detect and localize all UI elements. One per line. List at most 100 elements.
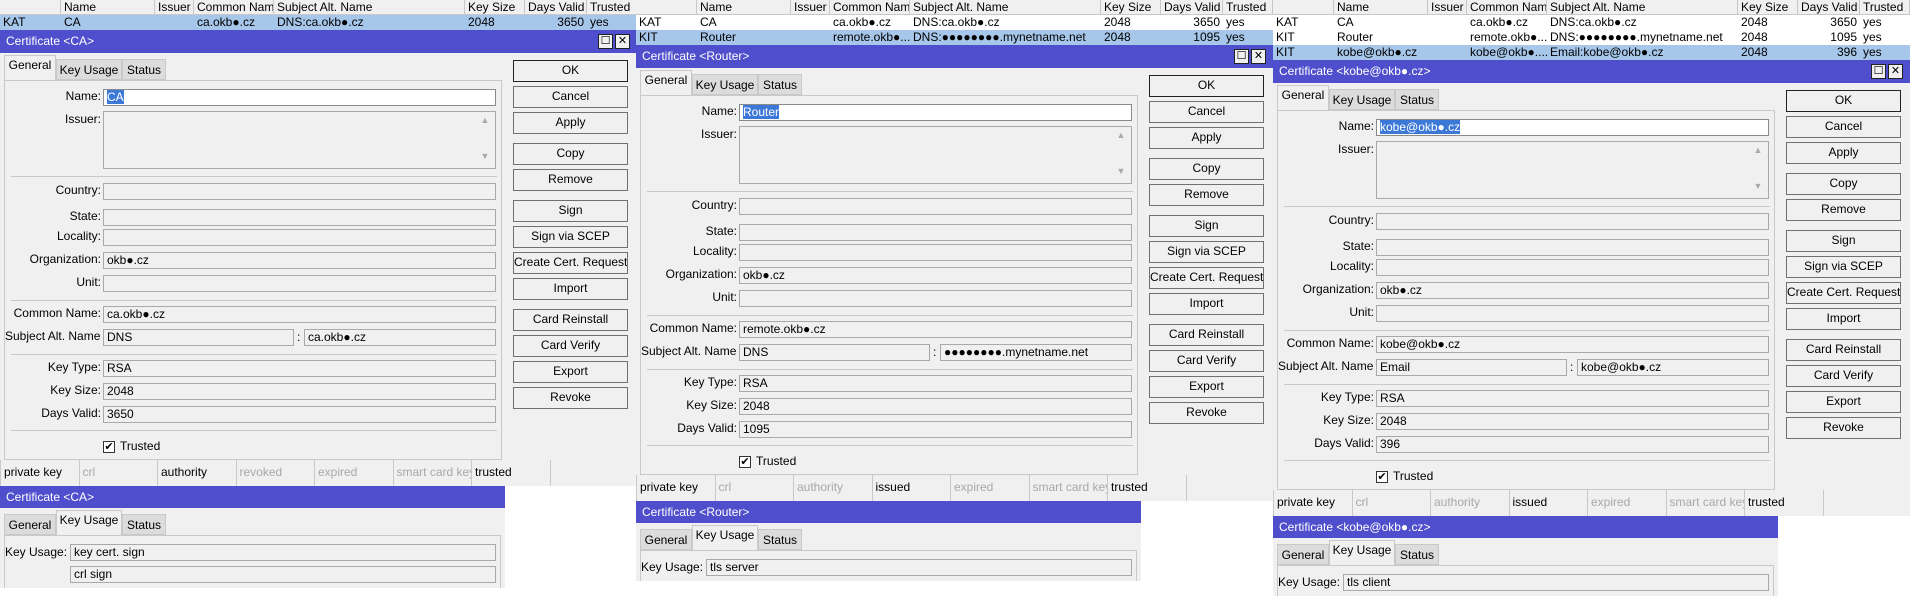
column-header[interactable]: Subject Alt. Name xyxy=(1547,0,1738,15)
scroll-up-icon[interactable]: ▲ xyxy=(479,115,491,127)
san-type-field[interactable]: DNS xyxy=(739,344,930,361)
column-header[interactable]: Days Valid xyxy=(1161,0,1223,15)
create-cert-request-button[interactable]: Create Cert. Request xyxy=(513,252,628,274)
tab-key-usage[interactable]: Key Usage xyxy=(692,525,758,551)
apply-button[interactable]: Apply xyxy=(1786,142,1901,164)
trusted-checkbox[interactable]: ✔ xyxy=(103,441,115,453)
key-usage-field[interactable]: tls server xyxy=(706,559,1132,576)
column-header[interactable]: Key Size xyxy=(1738,0,1798,15)
organization-field[interactable]: okb●.cz xyxy=(103,252,496,269)
dialog-title-bar[interactable]: Certificate <CA> ☐ ✕ xyxy=(0,30,637,53)
key-size-field[interactable]: 2048 xyxy=(739,398,1132,415)
column-header[interactable]: Subject Alt. Name xyxy=(910,0,1101,15)
table-row[interactable]: KIT Router remote.okb●.... DNS:●●●●●●●●.myn… xyxy=(636,30,1273,45)
issuer-field[interactable] xyxy=(103,111,496,169)
copy-button[interactable]: Copy xyxy=(513,143,628,165)
country-field[interactable] xyxy=(739,198,1132,215)
column-header[interactable]: Issuer xyxy=(1428,0,1467,15)
state-field[interactable] xyxy=(739,224,1132,241)
remove-button[interactable]: Remove xyxy=(1786,199,1901,221)
country-field[interactable] xyxy=(1376,213,1769,230)
days-valid-field[interactable]: 396 xyxy=(1376,436,1769,453)
tab-general[interactable]: General xyxy=(1277,544,1329,565)
column-header[interactable] xyxy=(1273,0,1334,15)
unit-field[interactable] xyxy=(1376,305,1769,322)
table-row[interactable]: KAT CA ca.okb●.cz DNS:ca.okb●.cz 2048 3650 yes xyxy=(0,15,637,30)
card-verify-button[interactable]: Card Verify xyxy=(1149,350,1264,372)
column-header[interactable]: Trusted xyxy=(1223,0,1273,15)
key-usage-field[interactable]: crl sign xyxy=(70,566,496,583)
key-type-field[interactable]: RSA xyxy=(739,375,1132,392)
tab-key-usage[interactable]: Key Usage xyxy=(692,74,758,95)
tab-key-usage[interactable]: Key Usage xyxy=(56,510,122,536)
column-header[interactable]: Common Name xyxy=(194,0,274,15)
close-icon[interactable]: ✕ xyxy=(1251,49,1266,64)
column-header[interactable] xyxy=(0,0,61,15)
organization-field[interactable]: okb●.cz xyxy=(739,267,1132,284)
scroll-down-icon[interactable]: ▼ xyxy=(1752,181,1764,193)
sign-via-scep-button[interactable]: Sign via SCEP xyxy=(1149,241,1264,263)
card-reinstall-button[interactable]: Card Reinstall xyxy=(513,309,628,331)
ok-button[interactable]: OK xyxy=(513,60,628,82)
create-cert-request-button[interactable]: Create Cert. Request xyxy=(1786,282,1901,304)
remove-button[interactable]: Remove xyxy=(1149,184,1264,206)
create-cert-request-button[interactable]: Create Cert. Request xyxy=(1149,267,1264,289)
card-reinstall-button[interactable]: Card Reinstall xyxy=(1149,324,1264,346)
copy-button[interactable]: Copy xyxy=(1786,173,1901,195)
revoke-button[interactable]: Revoke xyxy=(513,387,628,409)
column-header[interactable]: Key Size xyxy=(1101,0,1161,15)
revoke-button[interactable]: Revoke xyxy=(1149,402,1264,424)
days-valid-field[interactable]: 1095 xyxy=(739,421,1132,438)
locality-field[interactable] xyxy=(103,229,496,246)
tab-status[interactable]: Status xyxy=(1395,89,1439,110)
state-field[interactable] xyxy=(1376,239,1769,256)
trusted-checkbox[interactable]: ✔ xyxy=(1376,471,1388,483)
san-type-field[interactable]: Email xyxy=(1376,359,1567,376)
tab-status[interactable]: Status xyxy=(122,59,166,80)
key-usage-title-bar[interactable]: Certificate <kobe@okb●.cz> xyxy=(1273,516,1778,538)
column-header[interactable]: Common Name xyxy=(830,0,910,15)
key-type-field[interactable]: RSA xyxy=(103,360,496,377)
dialog-title-bar[interactable]: Certificate <kobe@okb●.cz> ☐ ✕ xyxy=(1273,60,1910,83)
organization-field[interactable]: okb●.cz xyxy=(1376,282,1769,299)
export-button[interactable]: Export xyxy=(513,361,628,383)
tab-key-usage[interactable]: Key Usage xyxy=(56,59,122,80)
maximize-icon[interactable]: ☐ xyxy=(1871,64,1886,79)
trusted-checkbox[interactable]: ✔ xyxy=(739,456,751,468)
card-verify-button[interactable]: Card Verify xyxy=(1786,365,1901,387)
key-usage-title-bar[interactable]: Certificate <CA> xyxy=(0,486,505,508)
tab-status[interactable]: Status xyxy=(758,74,802,95)
copy-button[interactable]: Copy xyxy=(1149,158,1264,180)
san-value-field[interactable]: kobe@okb●.cz xyxy=(1577,359,1769,376)
apply-button[interactable]: Apply xyxy=(1149,127,1264,149)
import-button[interactable]: Import xyxy=(1786,308,1901,330)
ok-button[interactable]: OK xyxy=(1149,75,1264,97)
card-reinstall-button[interactable]: Card Reinstall xyxy=(1786,339,1901,361)
close-icon[interactable]: ✕ xyxy=(615,34,630,49)
column-header[interactable]: Key Size xyxy=(465,0,525,15)
column-header[interactable]: Issuer xyxy=(155,0,194,15)
locality-field[interactable] xyxy=(739,244,1132,261)
export-button[interactable]: Export xyxy=(1786,391,1901,413)
tab-general[interactable]: General xyxy=(4,514,56,535)
issuer-field[interactable] xyxy=(1376,141,1769,199)
key-size-field[interactable]: 2048 xyxy=(103,383,496,400)
column-header[interactable]: Issuer xyxy=(791,0,830,15)
sign-via-scep-button[interactable]: Sign via SCEP xyxy=(1786,256,1901,278)
issuer-field[interactable] xyxy=(739,126,1132,184)
key-size-field[interactable]: 2048 xyxy=(1376,413,1769,430)
apply-button[interactable]: Apply xyxy=(513,112,628,134)
column-header[interactable]: Name xyxy=(697,0,791,15)
column-header[interactable]: Common Name xyxy=(1467,0,1547,15)
scroll-up-icon[interactable]: ▲ xyxy=(1115,130,1127,142)
sign-button[interactable]: Sign xyxy=(513,200,628,222)
column-header[interactable]: Trusted xyxy=(1860,0,1910,15)
tab-general[interactable]: General xyxy=(640,529,692,550)
scroll-down-icon[interactable]: ▼ xyxy=(1115,166,1127,178)
name-field[interactable]: CA xyxy=(103,89,496,106)
card-verify-button[interactable]: Card Verify xyxy=(513,335,628,357)
export-button[interactable]: Export xyxy=(1149,376,1264,398)
name-field[interactable]: kobe@okb●.cz xyxy=(1376,119,1769,136)
tab-key-usage[interactable]: Key Usage xyxy=(1329,89,1395,110)
name-field[interactable]: Router xyxy=(739,104,1132,121)
